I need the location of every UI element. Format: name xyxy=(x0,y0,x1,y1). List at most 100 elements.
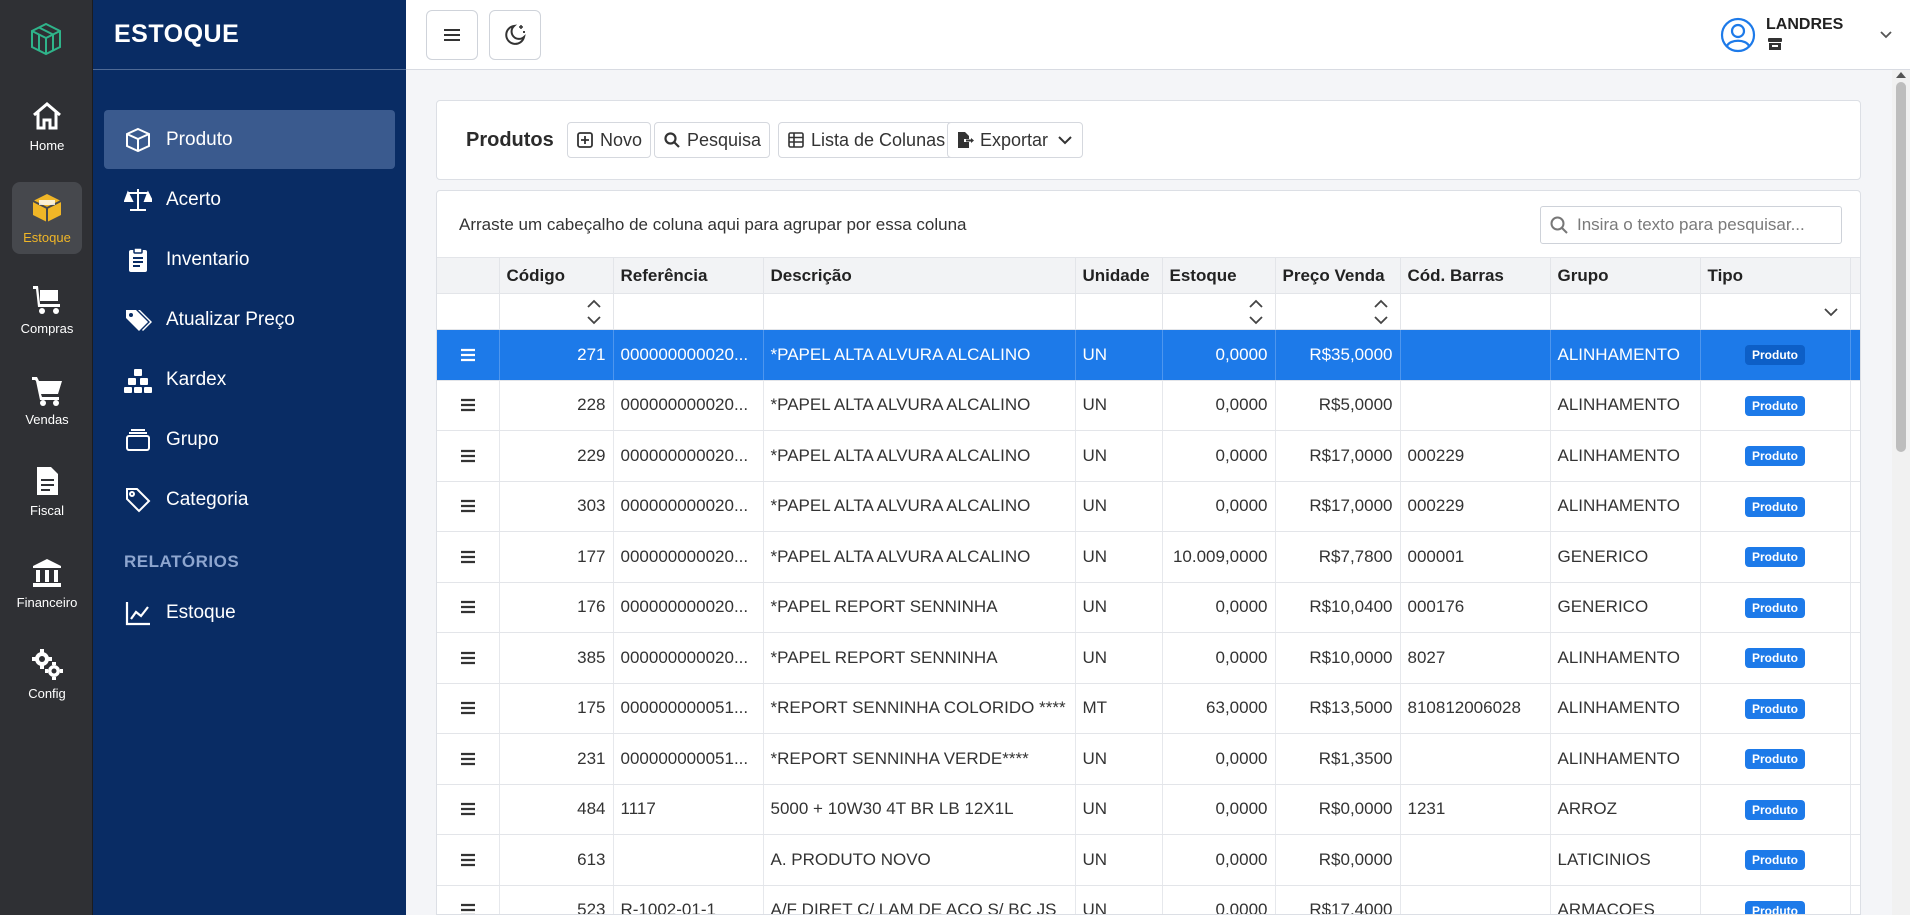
column-header-descricao[interactable]: Descrição xyxy=(763,257,1076,294)
sidebar-item-categoria[interactable]: Categoria xyxy=(104,470,395,529)
column-list-button[interactable]: Lista de Colunas xyxy=(778,122,955,158)
table-row[interactable]: 229 000000000020... *PAPEL ALTA ALVURA A… xyxy=(437,430,1860,482)
rail-item-estoque[interactable]: Estoque xyxy=(12,182,82,254)
rail-item-fiscal[interactable]: Fiscal xyxy=(12,455,82,527)
scrollbar-thumb[interactable] xyxy=(1896,82,1906,452)
sidebar-item-acerto[interactable]: Acerto xyxy=(104,170,395,229)
hamburger-icon[interactable] xyxy=(457,798,479,820)
hamburger-icon[interactable] xyxy=(457,748,479,770)
cell-descricao: 5000 + 10W30 4T BR LB 12X1L xyxy=(763,784,1076,835)
table-row[interactable]: 303 000000000020... *PAPEL ALTA ALVURA A… xyxy=(437,481,1860,532)
filter-cell-preco-venda[interactable] xyxy=(1275,293,1401,330)
column-header-grupo[interactable]: Grupo xyxy=(1550,257,1701,294)
column-header-unidade[interactable]: Unidade xyxy=(1075,257,1163,294)
filter-cell-codigo[interactable] xyxy=(499,293,614,330)
hamburger-icon[interactable] xyxy=(457,394,479,416)
scroll-up-arrow[interactable] xyxy=(1896,72,1906,78)
column-header-preco-venda[interactable]: Preço Venda xyxy=(1275,257,1401,294)
sidebar-item-inventario[interactable]: Inventario xyxy=(104,230,395,289)
cell-tipo: Produto xyxy=(1700,683,1851,734)
filter-cell-unidade[interactable] xyxy=(1075,293,1163,330)
group-panel-hint: Arraste um cabeçalho de coluna aqui para… xyxy=(459,215,967,234)
table-row[interactable]: 176 000000000020... *PAPEL REPORT SENNIN… xyxy=(437,582,1860,633)
sidebar-item-produto[interactable]: Produto xyxy=(104,110,395,169)
rail-item-financeiro[interactable]: Financeiro xyxy=(12,547,82,619)
sidebar-item-atualizar-preco[interactable]: Atualizar Preço xyxy=(104,290,395,349)
search-button[interactable]: Pesquisa xyxy=(654,122,771,158)
row-menu-cell[interactable] xyxy=(437,430,500,482)
filter-cell-referencia[interactable] xyxy=(613,293,764,330)
export-button[interactable]: Exportar xyxy=(947,122,1084,158)
filter-cell-estoque[interactable] xyxy=(1162,293,1276,330)
row-menu-cell[interactable] xyxy=(437,632,500,684)
row-menu-cell[interactable] xyxy=(437,733,500,785)
row-menu-cell[interactable] xyxy=(437,683,500,734)
scale-icon xyxy=(124,188,152,211)
row-menu-cell[interactable] xyxy=(437,380,500,431)
column-header-codigo[interactable]: Código xyxy=(499,257,614,294)
theme-toggle-button[interactable] xyxy=(489,10,541,60)
cell-overflow xyxy=(1850,733,1860,785)
table-row[interactable]: 271 000000000020... *PAPEL ALTA ALVURA A… xyxy=(437,329,1860,381)
sidebar-item-grupo[interactable]: Grupo xyxy=(104,410,395,469)
table-row[interactable]: 175 000000000051... *REPORT SENNINHA COL… xyxy=(437,683,1860,734)
rail-item-home[interactable]: Home xyxy=(12,90,82,162)
hamburger-icon[interactable] xyxy=(457,546,479,568)
hamburger-icon[interactable] xyxy=(457,899,479,915)
cell-referencia: 000000000020... xyxy=(613,380,764,431)
rail-item-vendas[interactable]: Vendas xyxy=(12,364,82,436)
grid-search-box[interactable] xyxy=(1540,206,1842,244)
row-menu-cell[interactable] xyxy=(437,834,500,886)
column-header-referencia[interactable]: Referência xyxy=(613,257,764,294)
user-menu[interactable]: LANDRES xyxy=(1720,12,1900,58)
chevron-down-icon[interactable] xyxy=(1822,302,1840,322)
filter-cell-tipo[interactable] xyxy=(1700,293,1851,330)
row-menu-cell[interactable] xyxy=(437,784,500,835)
cell-unidade: UN xyxy=(1075,632,1163,684)
hamburger-icon[interactable] xyxy=(457,647,479,669)
row-menu-cell[interactable] xyxy=(437,481,500,532)
cell-cod-barras: 000229 xyxy=(1400,481,1551,532)
row-menu-cell[interactable] xyxy=(437,885,500,915)
table-row[interactable]: 523 R-1002-01-1 A/F DIRET C/ LAM DE ACO … xyxy=(437,885,1860,915)
grid-search-input[interactable] xyxy=(1577,215,1837,235)
table-row[interactable]: 613 A. PRODUTO NOVO UN 0,0000 R$0,0000 L… xyxy=(437,834,1860,886)
table-row[interactable]: 228 000000000020... *PAPEL ALTA ALVURA A… xyxy=(437,380,1860,431)
hamburger-icon[interactable] xyxy=(457,344,479,366)
spinner-arrows-icon[interactable] xyxy=(1247,297,1265,327)
table-row[interactable]: 484 1117 5000 + 10W30 4T BR LB 12X1L UN … xyxy=(437,784,1860,835)
cell-grupo: GENERICO xyxy=(1550,531,1701,583)
store-icon xyxy=(1768,38,1782,50)
column-header-cod-barras[interactable]: Cód. Barras xyxy=(1400,257,1551,294)
row-menu-cell[interactable] xyxy=(437,329,500,381)
cell-estoque: 0,0000 xyxy=(1162,885,1276,914)
user-name: LANDRES xyxy=(1766,16,1844,33)
hamburger-icon[interactable] xyxy=(457,596,479,618)
hamburger-icon[interactable] xyxy=(457,495,479,517)
spinner-arrows-icon[interactable] xyxy=(1372,297,1390,327)
row-menu-cell[interactable] xyxy=(437,582,500,633)
filter-cell-grupo[interactable] xyxy=(1550,293,1701,330)
sidebar-item-relatorio-estoque[interactable]: Estoque xyxy=(104,583,395,642)
table-row[interactable]: 177 000000000020... *PAPEL ALTA ALVURA A… xyxy=(437,531,1860,583)
hamburger-icon[interactable] xyxy=(457,697,479,719)
new-button[interactable]: Novo xyxy=(567,122,652,158)
table-row[interactable]: 385 000000000020... *PAPEL REPORT SENNIN… xyxy=(437,632,1860,684)
row-menu-cell[interactable] xyxy=(437,531,500,583)
hamburger-icon[interactable] xyxy=(457,445,479,467)
cube-icon xyxy=(126,127,150,152)
cell-overflow xyxy=(1850,885,1860,914)
table-row[interactable]: 231 000000000051... *REPORT SENNINHA VER… xyxy=(437,733,1860,785)
column-header-estoque[interactable]: Estoque xyxy=(1162,257,1276,294)
rail-item-compras[interactable]: Compras xyxy=(12,273,82,345)
column-header-overflow xyxy=(1850,257,1860,294)
spinner-arrows-icon[interactable] xyxy=(585,297,603,327)
filter-cell-cod-barras[interactable] xyxy=(1400,293,1551,330)
page-scrollbar[interactable] xyxy=(1892,70,1910,915)
menu-toggle-button[interactable] xyxy=(426,10,478,60)
filter-cell-descricao[interactable] xyxy=(763,293,1076,330)
hamburger-icon[interactable] xyxy=(457,849,479,871)
rail-item-config[interactable]: Config xyxy=(12,638,82,710)
sidebar-item-kardex[interactable]: Kardex xyxy=(104,350,395,409)
column-header-tipo[interactable]: Tipo xyxy=(1700,257,1851,294)
